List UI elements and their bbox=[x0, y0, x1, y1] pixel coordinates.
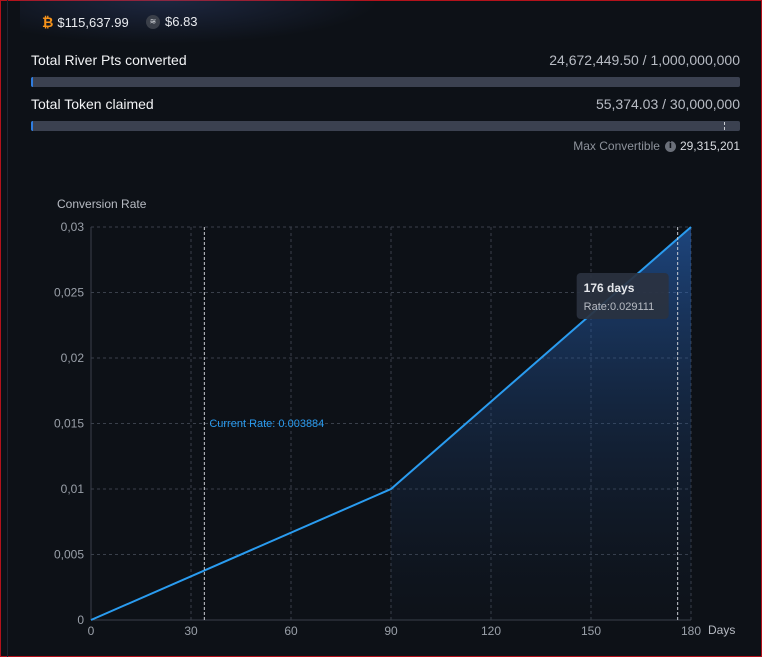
conversion-rate-chart: Conversion Rate Days 0 30 60 90 120 150 180 0 0,… bbox=[54, 197, 735, 638]
y-tick-label: 0,005 bbox=[54, 548, 84, 562]
tooltip-rate: Rate:0.029111 bbox=[584, 301, 655, 313]
tooltip-title: 176 days bbox=[584, 281, 635, 295]
y-tick-label: 0,015 bbox=[54, 417, 84, 431]
y-tick-label: 0 bbox=[77, 613, 84, 627]
current-rate-label: Current Rate: 0.003884 bbox=[209, 418, 324, 430]
x-axis-label: Days bbox=[708, 623, 735, 637]
x-tick-label: 30 bbox=[184, 624, 198, 638]
x-tick-label: 0 bbox=[88, 624, 95, 638]
x-tick-label: 150 bbox=[581, 624, 601, 638]
x-tick-label: 180 bbox=[681, 624, 701, 638]
y-axis-label: Conversion Rate bbox=[57, 197, 147, 211]
x-tick-label: 60 bbox=[284, 624, 298, 638]
y-tick-label: 0,01 bbox=[61, 482, 85, 496]
y-tick-label: 0,025 bbox=[54, 286, 84, 300]
x-tick-label: 90 bbox=[384, 624, 398, 638]
x-tick-label: 120 bbox=[481, 624, 501, 638]
y-tick-label: 0,02 bbox=[61, 351, 85, 365]
y-tick-label: 0,03 bbox=[61, 220, 85, 234]
chart-tooltip: 176 days Rate:0.029111 bbox=[576, 273, 669, 319]
